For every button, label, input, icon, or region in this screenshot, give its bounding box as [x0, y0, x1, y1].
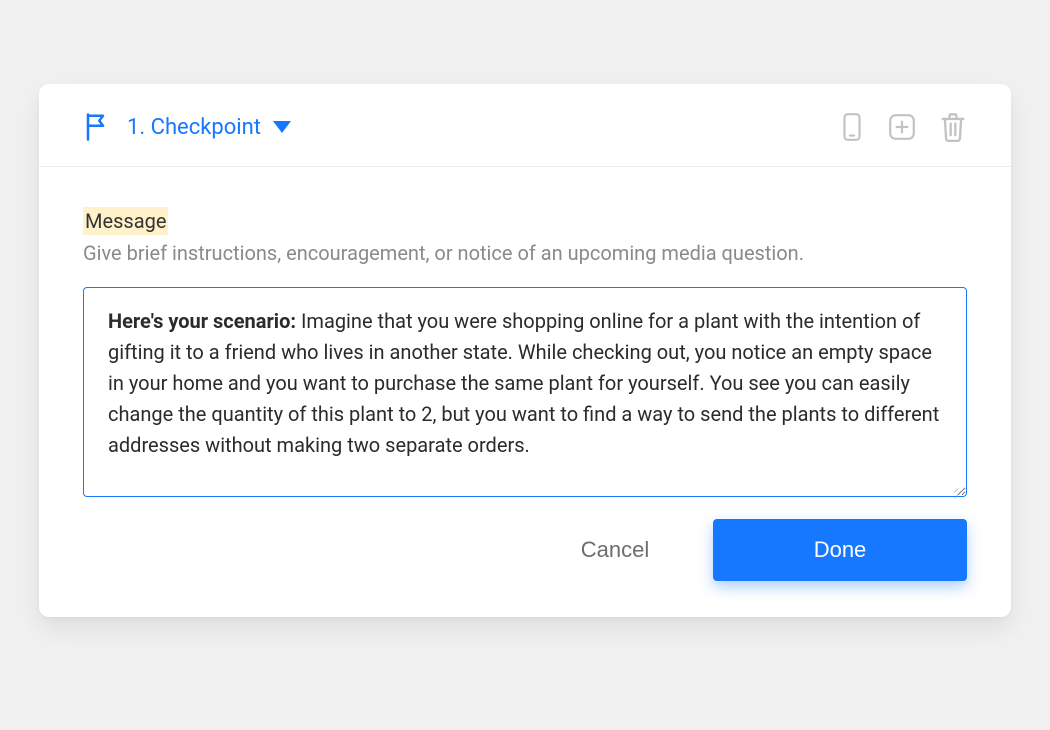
- page-canvas: 1. Checkpoint: [0, 0, 1050, 730]
- message-textarea[interactable]: Here's your scenario: Imagine that you w…: [83, 287, 967, 497]
- flag-icon: [83, 112, 113, 142]
- chevron-down-icon: [273, 121, 291, 133]
- header-actions: [839, 112, 967, 142]
- message-textarea-wrap: Here's your scenario: Imagine that you w…: [83, 287, 967, 497]
- message-label: Message: [83, 207, 168, 235]
- header-left: 1. Checkpoint: [83, 112, 291, 142]
- trash-icon[interactable]: [939, 112, 967, 142]
- done-button[interactable]: Done: [713, 519, 967, 581]
- mobile-preview-icon[interactable]: [839, 112, 865, 142]
- actions-row: Cancel Done: [83, 519, 967, 581]
- message-helper-text: Give brief instructions, encouragement, …: [83, 241, 967, 265]
- message-label-row: Message: [83, 207, 967, 235]
- message-bold-prefix: Here's your scenario:: [108, 309, 296, 333]
- card-header: 1. Checkpoint: [39, 84, 1011, 167]
- add-card-icon[interactable]: [887, 112, 917, 142]
- checkpoint-title-dropdown[interactable]: 1. Checkpoint: [127, 115, 291, 140]
- checkpoint-title-text: 1. Checkpoint: [127, 115, 261, 140]
- cancel-button[interactable]: Cancel: [545, 519, 685, 581]
- checkpoint-card: 1. Checkpoint: [39, 84, 1011, 617]
- card-body: Message Give brief instructions, encoura…: [39, 167, 1011, 617]
